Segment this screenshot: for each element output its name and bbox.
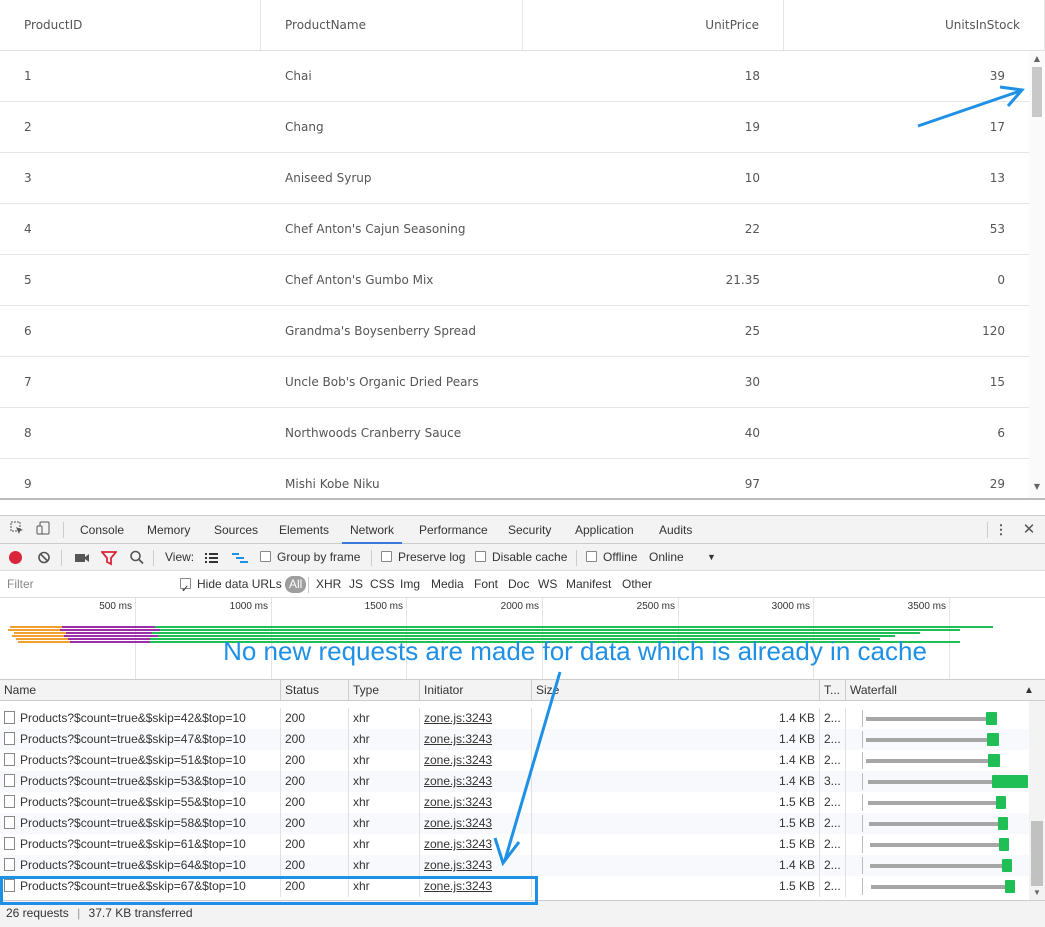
arrow-to-scroll-line [917, 89, 1021, 128]
arrow-to-row-line [503, 671, 562, 861]
annotation-arrows [493, 85, 1025, 867]
